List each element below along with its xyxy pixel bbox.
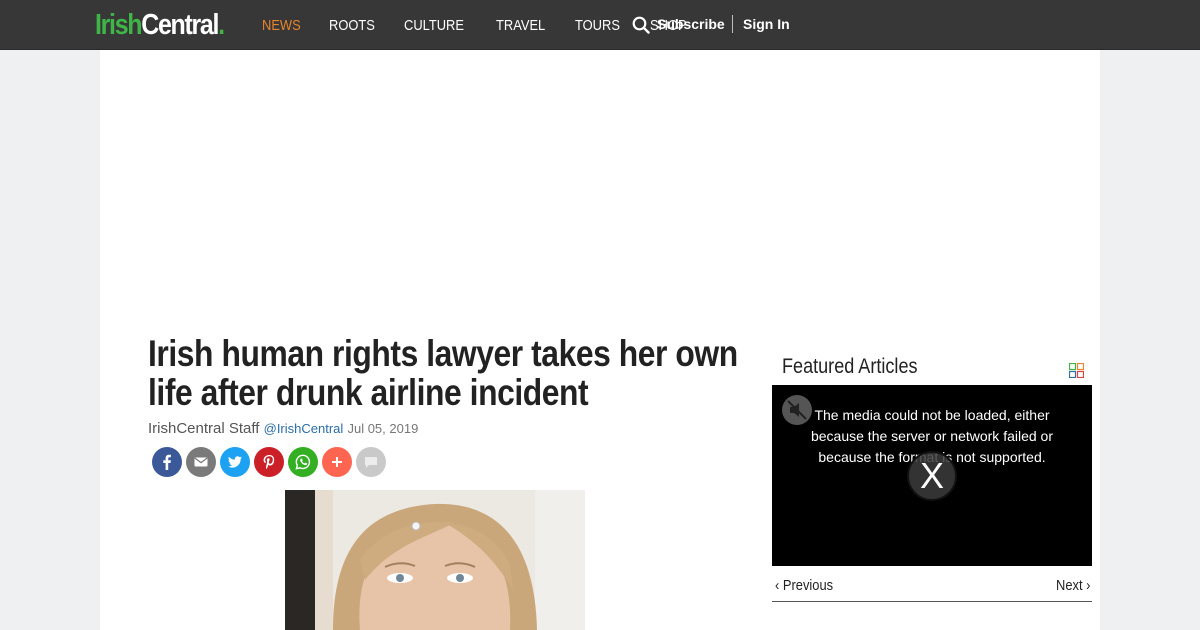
nav-item-travel[interactable]: TRAVEL xyxy=(496,17,545,34)
twitter-share-button[interactable] xyxy=(220,447,250,477)
whatsapp-share-button[interactable] xyxy=(288,447,318,477)
search-icon[interactable] xyxy=(632,16,650,34)
pager-divider xyxy=(772,601,1092,602)
comment-button[interactable] xyxy=(356,447,386,477)
site-logo[interactable]: IrishCentral. xyxy=(95,8,225,42)
twitter-handle[interactable]: @IrishCentral xyxy=(264,421,344,436)
author-name[interactable]: IrishCentral Staff xyxy=(148,420,259,437)
widget-logo-icon[interactable] xyxy=(1069,363,1084,378)
publish-date: Jul 05, 2019 xyxy=(347,421,419,436)
portrait-image xyxy=(285,490,585,630)
share-buttons xyxy=(152,447,390,477)
article-photo xyxy=(285,490,585,630)
facebook-share-button[interactable] xyxy=(152,447,182,477)
facebook-icon xyxy=(163,454,171,470)
top-navbar: IrishCentral. NEWS ROOTS CULTURE TRAVEL … xyxy=(0,0,1200,50)
nav-item-tours[interactable]: TOURS xyxy=(575,17,620,34)
nav-item-news[interactable]: NEWS xyxy=(262,17,301,34)
twitter-icon xyxy=(228,456,242,468)
sign-in-link[interactable]: Sign In xyxy=(743,16,790,32)
byline: IrishCentral Staff @IrishCentral Jul 05,… xyxy=(148,420,418,437)
subscribe-link[interactable]: Subscribe xyxy=(657,16,725,32)
email-icon xyxy=(194,457,208,467)
pinterest-share-button[interactable] xyxy=(254,447,284,477)
nav-item-roots[interactable]: ROOTS xyxy=(329,17,375,34)
featured-articles-title: Featured Articles xyxy=(782,355,918,378)
nav-item-culture[interactable]: CULTURE xyxy=(404,17,464,34)
nav-divider xyxy=(732,15,733,33)
previous-button[interactable]: ‹ Previous xyxy=(775,577,833,594)
video-close-button[interactable]: X xyxy=(907,451,957,501)
pinterest-icon xyxy=(263,455,275,470)
next-button[interactable]: Next › xyxy=(1056,577,1090,594)
comment-icon xyxy=(365,457,377,468)
whatsapp-icon xyxy=(295,454,311,470)
email-share-button[interactable] xyxy=(186,447,216,477)
more-share-button[interactable] xyxy=(322,447,352,477)
plus-icon xyxy=(332,457,342,467)
article-headline: Irish human rights lawyer takes her own … xyxy=(148,333,738,413)
video-player[interactable]: The media could not be loaded, either be… xyxy=(772,385,1092,566)
